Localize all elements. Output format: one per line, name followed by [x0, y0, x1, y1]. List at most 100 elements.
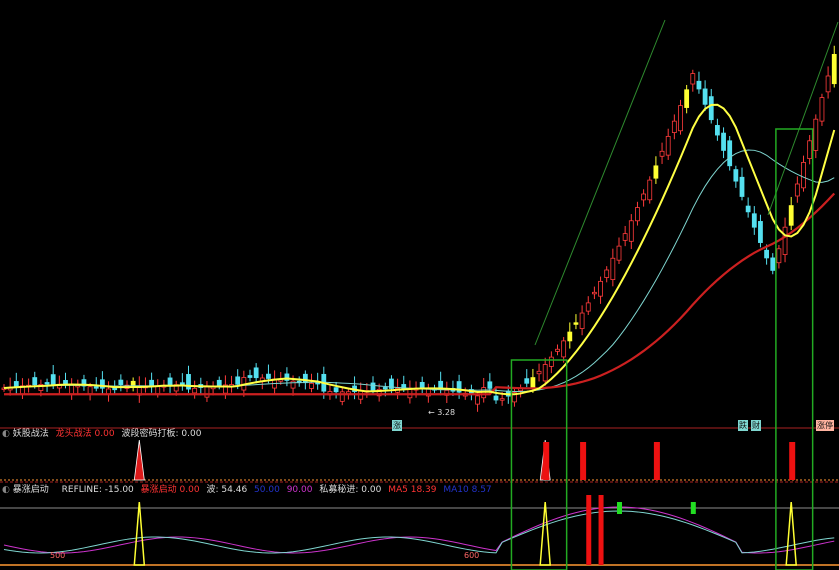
- candle-body: [536, 370, 542, 375]
- candle-body: [548, 356, 554, 367]
- candle-body: [247, 375, 253, 378]
- candle-body: [370, 382, 376, 391]
- candle-body: [524, 378, 530, 384]
- marker-zhang: 涨: [392, 420, 402, 431]
- refline-label: REFLINE: [61, 485, 99, 495]
- candle-body: [671, 120, 677, 133]
- panel2-field1-value: 0.00: [94, 429, 115, 439]
- candle-body: [813, 118, 819, 151]
- panel2-header: ◐ 妖股战法 龙头战法 0.00 波段密码打板: 0.00: [2, 429, 202, 439]
- hidden2-value: 90.00: [286, 485, 313, 495]
- candle-body: [702, 88, 708, 105]
- hidden1-value: 50.00: [254, 485, 280, 495]
- ma10-value: 8.57: [471, 485, 492, 495]
- candle-body: [635, 207, 640, 222]
- candle-body: [419, 381, 425, 389]
- panel3-indicator-name: 暴涨启动: [12, 485, 49, 495]
- ma10-label: MA10: [443, 485, 469, 495]
- candle-body: [93, 386, 99, 389]
- candle-body: [44, 382, 50, 385]
- candle-body: [794, 183, 800, 197]
- price-panel: [0, 19, 839, 429]
- start-label: 暴涨启动: [140, 485, 177, 495]
- ma5-label: MA5: [388, 485, 408, 495]
- candle-body: [831, 54, 837, 85]
- candle-body: [727, 140, 733, 167]
- candle-body: [561, 340, 567, 358]
- ma5-value: 18.39: [410, 485, 437, 495]
- candle-body: [801, 161, 806, 189]
- candle-body: [567, 331, 573, 342]
- candle-body: [118, 379, 124, 385]
- start-value: 0.00: [179, 485, 200, 495]
- start-spike: [133, 501, 146, 566]
- candle-body: [764, 249, 769, 259]
- candle-body: [788, 205, 794, 226]
- candle-body: [167, 377, 173, 386]
- candle-body: [179, 382, 185, 385]
- candle-body: [647, 179, 653, 201]
- candle-body: [641, 193, 646, 201]
- wave-value: 54.46: [221, 485, 248, 495]
- signal-spike: [133, 439, 145, 481]
- candle-body: [266, 373, 271, 379]
- candle-body: [733, 169, 739, 182]
- signal-bar: [789, 442, 796, 480]
- candle-body: [149, 379, 155, 387]
- low-price-label: ← 3.28: [428, 408, 456, 417]
- panel2-field2-label: 波段密码打板: [121, 429, 176, 439]
- candle-body: [758, 221, 763, 243]
- signal-bar: [598, 495, 604, 565]
- candle-body: [13, 381, 19, 387]
- panel2-indicator-name: 妖股战法: [12, 429, 49, 439]
- marker-zhangting: 涨停: [816, 420, 834, 431]
- panel2-field2-value: 0.00: [181, 429, 202, 439]
- candle-body: [782, 226, 788, 255]
- candle-body: [555, 348, 560, 352]
- candle-body: [610, 257, 616, 280]
- candle-body: [696, 80, 702, 90]
- candle-body: [684, 89, 690, 108]
- candle-body: [616, 245, 622, 261]
- candle-body: [708, 96, 714, 121]
- candle-body: [745, 205, 751, 213]
- candle-body: [592, 291, 597, 295]
- candle-body: [739, 176, 745, 197]
- candle-body: [604, 269, 610, 278]
- candle-body: [493, 395, 499, 401]
- candle-body: [309, 382, 314, 389]
- candle-body: [573, 322, 579, 325]
- candle-body: [653, 165, 659, 179]
- signal-bar: [543, 442, 550, 480]
- start-spike: [539, 501, 552, 566]
- signal-bar: [586, 495, 592, 565]
- candle-body: [598, 280, 603, 297]
- marker-die: 跌: [738, 420, 748, 431]
- candle-body: [192, 387, 198, 394]
- level-left: 500: [50, 551, 66, 560]
- signal-bar: [653, 442, 660, 480]
- ma-fast-line: [3, 103, 836, 396]
- candle-body: [69, 384, 75, 395]
- candle-body: [659, 150, 665, 157]
- candle-body: [776, 248, 782, 264]
- candle-body: [807, 140, 813, 159]
- candle-body: [333, 387, 339, 393]
- marker-cai: 财: [751, 420, 761, 431]
- candle-body: [678, 105, 683, 132]
- candle-body: [87, 386, 93, 395]
- candle-body: [130, 380, 136, 386]
- candle-body: [32, 377, 38, 386]
- candle-body: [382, 387, 388, 390]
- signal-bar-green: [617, 502, 622, 514]
- start-spike: [785, 501, 798, 566]
- signal-bar-green: [690, 502, 696, 514]
- candle-body: [819, 97, 825, 122]
- private-label: 私募秘进: [319, 485, 356, 495]
- candle-body: [475, 395, 480, 405]
- candle-body: [715, 125, 720, 136]
- candle-body: [499, 398, 505, 401]
- panel2-field1-label: 龙头战法: [55, 429, 92, 439]
- candle-body: [665, 135, 671, 156]
- signal-bar: [580, 442, 587, 480]
